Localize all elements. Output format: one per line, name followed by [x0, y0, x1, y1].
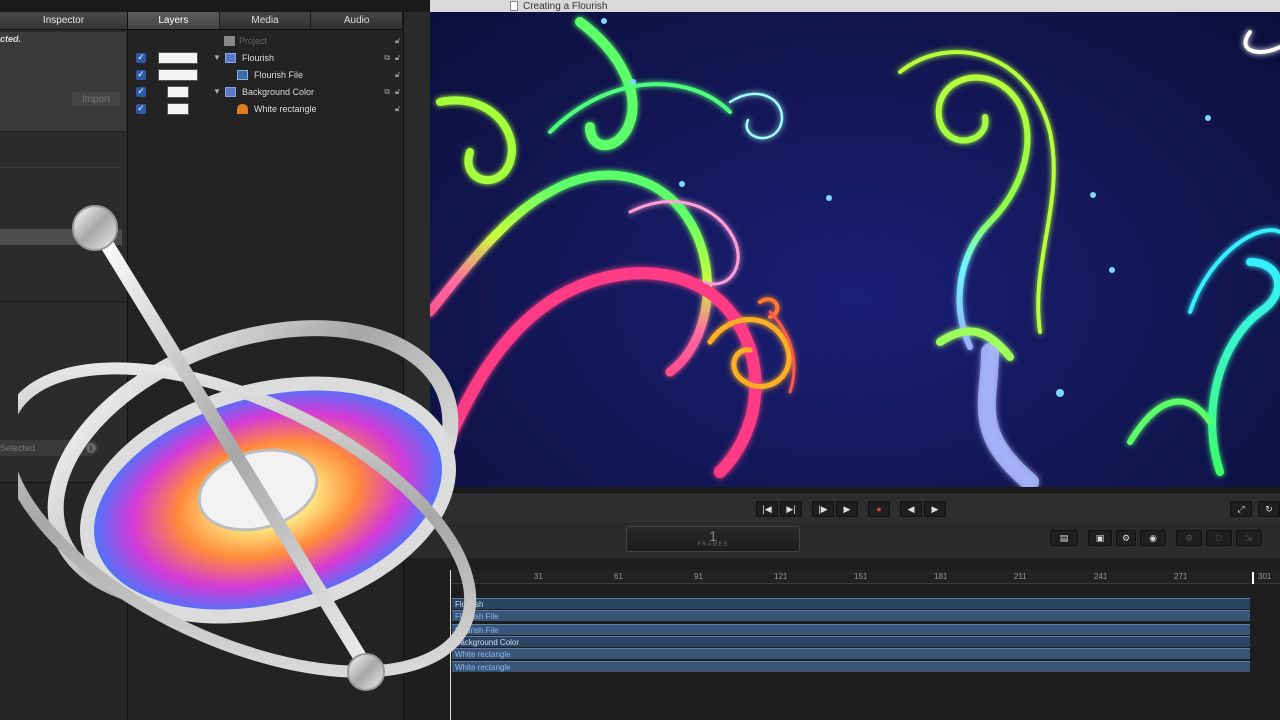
- timeline-track[interactable]: Flourish: [452, 598, 1250, 609]
- lock-icon[interactable]: 🔓︎: [395, 104, 400, 114]
- timeline-track[interactable]: White rectangle: [452, 661, 1250, 672]
- selection-note: cted.: [0, 34, 22, 44]
- info-icon[interactable]: i: [86, 443, 96, 453]
- layer-checkbox[interactable]: ✓: [136, 69, 146, 80]
- behaviors-icon[interactable]: ⚙: [1116, 530, 1136, 546]
- camera-icon[interactable]: ▣: [1088, 530, 1112, 546]
- ruler-tick: 181: [934, 572, 948, 581]
- viewer-canvas[interactable]: [430, 12, 1280, 487]
- layer-name: Flourish: [242, 52, 275, 63]
- disclosure-triangle-icon[interactable]: ▼: [213, 53, 221, 62]
- project-icon: [224, 35, 235, 46]
- timecode-label: FRAMES: [697, 542, 729, 548]
- timeline-ruler[interactable]: 31 61 91 121 151 181 211 241 271 301: [450, 570, 1280, 584]
- layers-panel: Layers Media Audio Project 🔓︎ ✓ ▼ Flouri…: [128, 12, 404, 720]
- ruler-tick-end: 301: [1258, 572, 1272, 581]
- layer-row-white-rectangle[interactable]: ✓ White rectangle 🔓︎: [128, 100, 404, 117]
- ruler-tick: 241: [1094, 572, 1108, 581]
- record-icon[interactable]: ●: [868, 501, 890, 517]
- layer-name: Background Color: [242, 86, 315, 97]
- ruler-tick: 91: [694, 572, 703, 581]
- project-title: Creating a Flourish: [523, 0, 608, 12]
- layer-checkbox[interactable]: ✓: [136, 52, 146, 63]
- inspector-slider[interactable]: [0, 229, 122, 245]
- layer-thumbnail: [167, 85, 189, 98]
- layer-thumbnail: [158, 51, 198, 64]
- divider: [0, 301, 126, 302]
- settings-icon[interactable]: ⚙: [1176, 530, 1202, 546]
- disclosure-triangle-icon[interactable]: ▼: [213, 87, 221, 96]
- document-icon: [510, 1, 518, 11]
- ruler-tick: 271: [1174, 572, 1188, 581]
- inspector-panel: Inspector cted. Import Selected i: [0, 12, 128, 720]
- play-icon[interactable]: ▶: [836, 501, 858, 517]
- link-icon[interactable]: ⧉: [384, 53, 390, 63]
- import-button[interactable]: Import: [72, 92, 120, 106]
- timeline-track[interactable]: Flourish File: [452, 610, 1250, 621]
- layer-checkbox[interactable]: ✓: [136, 86, 146, 97]
- export-icon[interactable]: ⇲: [1236, 530, 1262, 546]
- timecode-display[interactable]: 1 FRAMES: [626, 526, 800, 552]
- share-icon[interactable]: □: [1206, 530, 1232, 546]
- ruler-tick: 121: [774, 572, 788, 581]
- group-icon: [225, 52, 236, 63]
- timeline-track[interactable]: Flourish File: [452, 624, 1250, 635]
- image-icon: [237, 69, 248, 80]
- layers-toggle-icon[interactable]: ▤: [1050, 530, 1078, 546]
- viewer-gutter: [404, 12, 430, 492]
- layer-checkbox[interactable]: ✓: [136, 103, 146, 114]
- layer-thumbnail: [167, 102, 189, 115]
- shape-icon: [237, 103, 248, 114]
- layer-name: White rectangle: [254, 103, 317, 114]
- ruler-tick: 151: [854, 572, 868, 581]
- tool-bar: 1 FRAMES ▤ ▣ ⚙ ◉ ⚙ □ ⇲: [404, 522, 1280, 558]
- timeline-track[interactable]: White rectangle: [452, 648, 1250, 659]
- step-forward-icon[interactable]: |▶: [812, 501, 834, 517]
- audio-next-icon[interactable]: ▶: [924, 501, 946, 517]
- lock-icon[interactable]: 🔓︎: [395, 70, 400, 80]
- timeline-track[interactable]: Background Color: [452, 636, 1250, 647]
- lock-icon[interactable]: 🔓︎: [395, 53, 400, 63]
- inspector-preview-area: [0, 32, 126, 132]
- timeline-panel: 31 61 91 121 151 181 211 241 271 301 Flo…: [404, 558, 1280, 720]
- link-icon[interactable]: ⧉: [384, 87, 390, 97]
- fullscreen-icon[interactable]: ⤢: [1230, 501, 1252, 517]
- viewer-title-bar: Creating a Flourish: [430, 0, 1280, 12]
- layer-name: Flourish File: [254, 69, 304, 80]
- divider: [0, 167, 120, 168]
- lock-icon[interactable]: 🔓︎: [395, 87, 400, 97]
- filters-icon[interactable]: ◉: [1140, 530, 1166, 546]
- timecode-value: 1: [709, 528, 717, 544]
- layer-row-background-color[interactable]: ✓ ▼ Background Color ⧉ 🔓︎: [128, 83, 404, 100]
- selected-field[interactable]: Selected: [0, 440, 98, 456]
- layer-row-project[interactable]: Project 🔓︎: [128, 32, 404, 49]
- tab-inspector[interactable]: Inspector: [0, 12, 127, 30]
- lock-icon[interactable]: 🔓︎: [395, 36, 400, 46]
- group-icon: [225, 86, 236, 97]
- layer-row-flourish-file[interactable]: ✓ Flourish File 🔓︎: [128, 66, 404, 83]
- loop-icon[interactable]: ↻: [1258, 501, 1280, 517]
- go-to-start-icon[interactable]: |◀: [756, 501, 778, 517]
- tab-audio[interactable]: Audio: [311, 12, 404, 29]
- layer-name: Project: [239, 35, 268, 46]
- ruler-tick: 31: [534, 572, 543, 581]
- ruler-tick: 211: [1014, 572, 1027, 581]
- playhead[interactable]: [450, 570, 451, 720]
- layer-thumbnail: [158, 68, 198, 81]
- tab-layers[interactable]: Layers: [128, 12, 220, 29]
- audio-prev-icon[interactable]: ◀: [900, 501, 922, 517]
- panel-tabs: Layers Media Audio: [128, 12, 404, 30]
- flourish-artwork: [430, 17, 1280, 487]
- ruler-tick: 61: [614, 572, 623, 581]
- inspector-lower-area: [0, 482, 126, 720]
- tab-media[interactable]: Media: [220, 12, 312, 29]
- layer-row-flourish[interactable]: ✓ ▼ Flourish ⧉ 🔓︎: [128, 49, 404, 66]
- step-back-icon[interactable]: ▶|: [780, 501, 802, 517]
- play-range-end-marker[interactable]: [1252, 572, 1254, 584]
